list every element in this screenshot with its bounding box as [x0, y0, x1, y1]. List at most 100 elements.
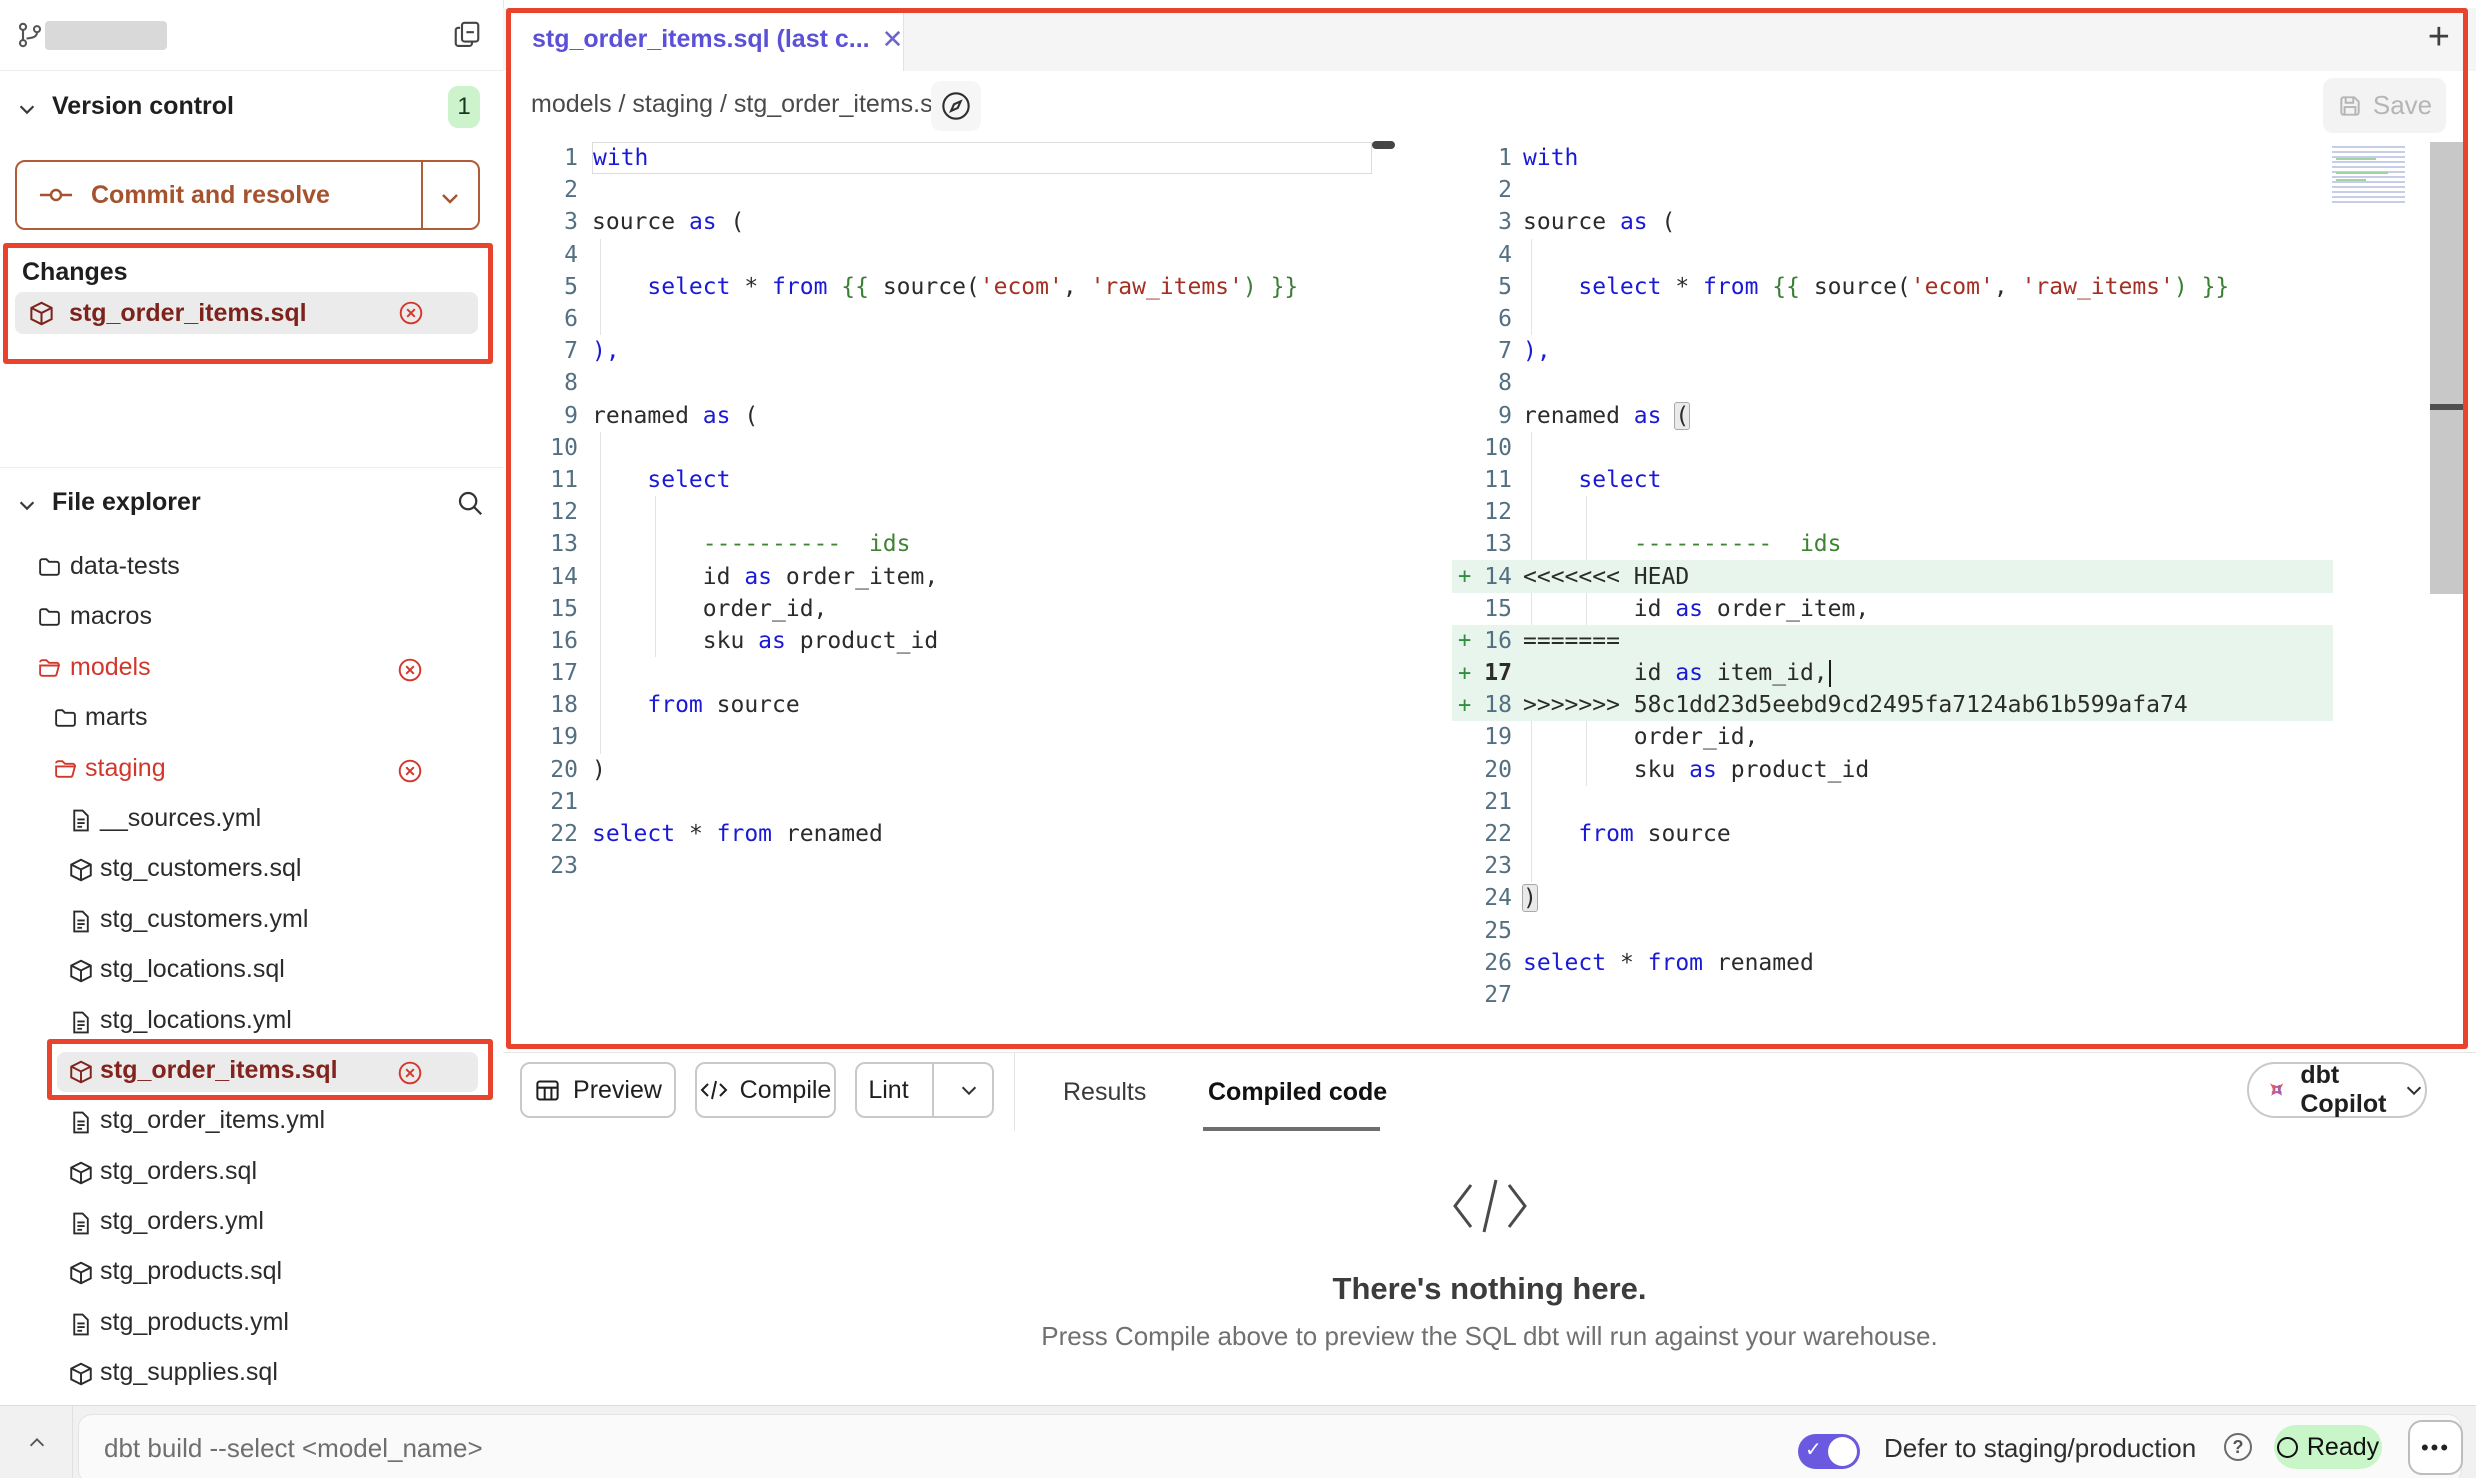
file-item-data-tests[interactable]: data-tests: [0, 543, 503, 593]
new-tab-button[interactable]: +: [2428, 16, 2450, 59]
tab-close-icon[interactable]: ✕: [882, 24, 904, 55]
code-line-4[interactable]: 4: [508, 239, 1372, 271]
code-line-18[interactable]: +18>>>>>>> 58c1dd23d5eebd9cd2495fa7124ab…: [1452, 689, 2333, 721]
code-line-15[interactable]: 15 id as order_item,: [1452, 593, 2333, 625]
chevron-up-icon[interactable]: [24, 1432, 50, 1454]
left-pane-scrollbar[interactable]: [1372, 141, 1395, 149]
code-line-27[interactable]: 27: [1452, 979, 2333, 1011]
changes-file-row[interactable]: stg_order_items.sql: [15, 292, 478, 334]
diff-pane-left[interactable]: 1with23source as (45 select * from {{ so…: [508, 142, 1372, 882]
code-line-8[interactable]: 8: [508, 367, 1372, 399]
status-badge-ready[interactable]: Ready: [2274, 1425, 2382, 1469]
code-line-23[interactable]: 23: [1452, 850, 2333, 882]
code-line-1[interactable]: 1with: [1452, 142, 2333, 174]
code-line-7[interactable]: 7),: [508, 335, 1372, 367]
code-line-10[interactable]: 10: [508, 432, 1372, 464]
code-line-20[interactable]: 20): [508, 754, 1372, 786]
lint-options-chevron-icon[interactable]: [946, 1079, 992, 1101]
file-explorer-section-header[interactable]: File explorer: [0, 482, 503, 526]
file-item-stg_products.sql[interactable]: stg_products.sql: [0, 1248, 503, 1298]
file-item-marts[interactable]: marts: [0, 694, 503, 744]
more-options-button[interactable]: •••: [2408, 1420, 2463, 1475]
code-line-19[interactable]: 19 order_id,: [1452, 721, 2333, 753]
commit-options-chevron-icon[interactable]: [438, 186, 462, 210]
save-button[interactable]: Save: [2323, 78, 2446, 133]
lint-button[interactable]: Lint: [855, 1062, 994, 1118]
preview-button[interactable]: Preview: [520, 1062, 676, 1118]
code-line-17[interactable]: +17 id as item_id,: [1452, 657, 2333, 689]
code-line-20[interactable]: 20 sku as product_id: [1452, 754, 2333, 786]
code-line-22[interactable]: 22select * from renamed: [508, 818, 1372, 850]
code-line-23[interactable]: 23: [508, 850, 1372, 882]
commit-and-resolve-button[interactable]: Commit and resolve: [15, 160, 480, 230]
minimap[interactable]: [2332, 146, 2405, 204]
chevron-down-icon[interactable]: [16, 98, 38, 120]
copy-icon[interactable]: [452, 19, 482, 49]
file-item-stg_order_items.yml[interactable]: stg_order_items.yml: [0, 1097, 503, 1147]
file-item-stg_customers.sql[interactable]: stg_customers.sql: [0, 845, 503, 895]
code-line-16[interactable]: 16 sku as product_id: [508, 625, 1372, 657]
code-line-24[interactable]: 24): [1452, 882, 2333, 914]
file-item-stg_locations.yml[interactable]: stg_locations.yml: [0, 997, 503, 1047]
code-line-21[interactable]: 21: [508, 786, 1372, 818]
code-line-6[interactable]: 6: [1452, 303, 2333, 335]
code-line-8[interactable]: 8: [1452, 367, 2333, 399]
file-item-stg_orders.yml[interactable]: stg_orders.yml: [0, 1198, 503, 1248]
file-item-stg_orders.sql[interactable]: stg_orders.sql: [0, 1148, 503, 1198]
code-line-7[interactable]: 7),: [1452, 335, 2333, 367]
conflict-x-icon[interactable]: [397, 1060, 423, 1086]
code-line-22[interactable]: 22 from source: [1452, 818, 2333, 850]
version-control-section-header[interactable]: Version control 1: [0, 86, 503, 130]
code-line-19[interactable]: 19: [508, 721, 1372, 753]
file-item-models[interactable]: models: [0, 644, 503, 694]
file-item-stg_order_items.sql[interactable]: stg_order_items.sql: [0, 1047, 503, 1097]
code-line-11[interactable]: 11 select: [1452, 464, 2333, 496]
lineage-icon[interactable]: [931, 81, 981, 131]
code-line-25[interactable]: 25: [1452, 915, 2333, 947]
dbt-copilot-button[interactable]: dbt Copilot: [2247, 1062, 2427, 1118]
tab-results[interactable]: Results: [1063, 1053, 1146, 1131]
file-item-stg_customers.yml[interactable]: stg_customers.yml: [0, 896, 503, 946]
code-line-6[interactable]: 6: [508, 303, 1372, 335]
code-line-4[interactable]: 4: [1452, 239, 2333, 271]
code-line-5[interactable]: 5 select * from {{ source('ecom', 'raw_i…: [1452, 271, 2333, 303]
defer-toggle[interactable]: ✓: [1798, 1434, 1860, 1469]
code-line-14[interactable]: 14 id as order_item,: [508, 560, 1372, 592]
command-input[interactable]: dbt build --select <model_name>: [104, 1433, 483, 1464]
file-item-stg_locations.sql[interactable]: stg_locations.sql: [0, 946, 503, 996]
code-line-3[interactable]: 3source as (: [1452, 206, 2333, 238]
code-line-15[interactable]: 15 order_id,: [508, 593, 1372, 625]
code-line-2[interactable]: 2: [508, 174, 1372, 206]
code-line-11[interactable]: 11 select: [508, 464, 1372, 496]
copilot-chevron-icon[interactable]: [2403, 1079, 2425, 1101]
code-line-18[interactable]: 18 from source: [508, 689, 1372, 721]
code-line-2[interactable]: 2: [1452, 174, 2333, 206]
code-line-9[interactable]: 9renamed as (: [508, 400, 1372, 432]
file-item-stg_products.yml[interactable]: stg_products.yml: [0, 1299, 503, 1349]
file-item-macros[interactable]: macros: [0, 593, 503, 643]
tab-stg-order-items[interactable]: stg_order_items.sql (last c... ✕: [508, 8, 904, 71]
conflict-x-icon[interactable]: [397, 657, 423, 683]
code-line-1[interactable]: 1with: [508, 142, 1372, 174]
right-pane-scrollbar[interactable]: [2430, 142, 2464, 594]
tab-compiled-code[interactable]: Compiled code: [1208, 1053, 1387, 1131]
compile-button[interactable]: Compile: [695, 1062, 836, 1118]
code-line-5[interactable]: 5 select * from {{ source('ecom', 'raw_i…: [508, 271, 1372, 303]
file-item-staging[interactable]: staging: [0, 745, 503, 795]
chevron-down-icon[interactable]: [16, 494, 38, 516]
help-icon[interactable]: ?: [2224, 1433, 2252, 1461]
code-line-12[interactable]: 12: [1452, 496, 2333, 528]
conflict-x-icon[interactable]: [397, 758, 423, 784]
diff-pane-right[interactable]: 1with23source as (45 select * from {{ so…: [1452, 142, 2333, 1011]
code-line-13[interactable]: 13 ---------- ids: [1452, 528, 2333, 560]
code-line-10[interactable]: 10: [1452, 432, 2333, 464]
search-icon[interactable]: [455, 488, 485, 518]
branch-name-redacted[interactable]: [45, 21, 167, 50]
code-line-14[interactable]: +14<<<<<<< HEAD: [1452, 560, 2333, 592]
code-line-26[interactable]: 26select * from renamed: [1452, 947, 2333, 979]
code-line-16[interactable]: +16=======: [1452, 625, 2333, 657]
file-item-stg_supplies.sql[interactable]: stg_supplies.sql: [0, 1349, 503, 1399]
conflict-x-icon[interactable]: [398, 300, 424, 326]
code-line-13[interactable]: 13 ---------- ids: [508, 528, 1372, 560]
code-line-17[interactable]: 17: [508, 657, 1372, 689]
